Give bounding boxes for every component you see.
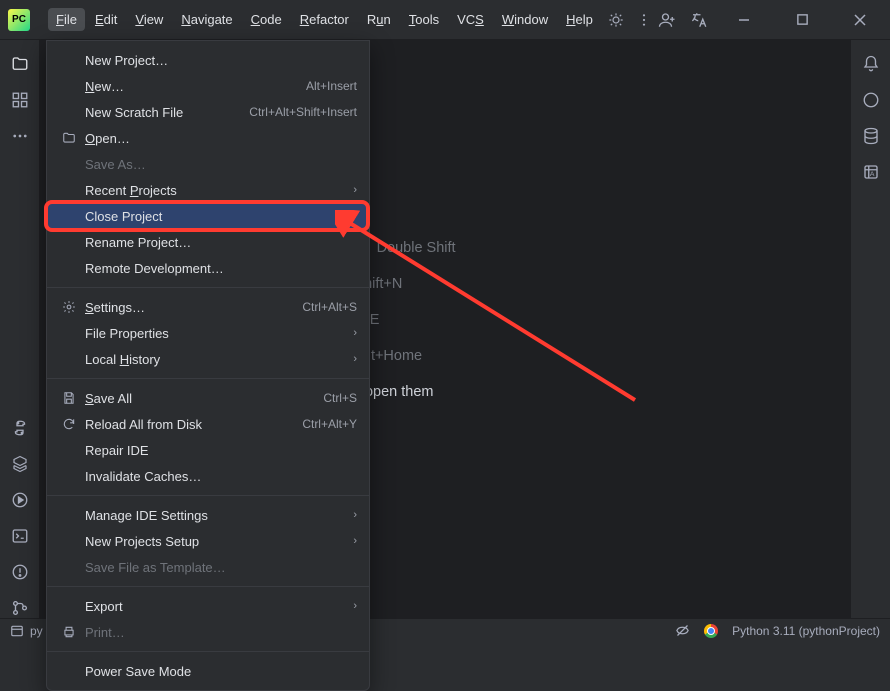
file-menu-new-scratch-file[interactable]: New Scratch FileCtrl+Alt+Shift+Insert (47, 99, 369, 125)
file-menu-repair-ide[interactable]: Repair IDE (47, 437, 369, 463)
file-menu-settings[interactable]: Settings…Ctrl+Alt+S (47, 294, 369, 320)
chevron-right-icon: › (353, 600, 357, 612)
more-tools-icon[interactable] (10, 126, 30, 146)
menu-vcs[interactable]: VCS (449, 8, 492, 31)
problems-icon[interactable] (10, 562, 30, 582)
file-menu-print: Print… (47, 619, 369, 645)
ide-logo: PC (8, 9, 30, 31)
file-menu-manage-ide-settings[interactable]: Manage IDE Settings› (47, 502, 369, 528)
menu-code[interactable]: Code (243, 8, 290, 31)
file-menu-new-project[interactable]: New Project… (47, 47, 369, 73)
packages-icon[interactable] (10, 454, 30, 474)
menu-file[interactable]: File (48, 8, 85, 31)
vcs-icon[interactable] (10, 598, 30, 618)
save-icon (61, 391, 77, 405)
print-icon (61, 625, 77, 639)
menu-separator (47, 378, 369, 379)
inspections-icon[interactable] (675, 623, 690, 638)
file-menu-export[interactable]: Export› (47, 593, 369, 619)
updates-icon[interactable] (607, 11, 625, 29)
maximize-button[interactable] (780, 0, 824, 40)
structure-tool-icon[interactable] (10, 90, 30, 110)
chevron-right-icon: › (353, 353, 357, 365)
sciview-icon[interactable]: A (861, 162, 881, 182)
menu-view[interactable]: View (127, 8, 171, 31)
menu-separator (47, 586, 369, 587)
left-tool-rail (0, 40, 40, 618)
menu-run[interactable]: Run (359, 8, 399, 31)
status-project-label: py (30, 624, 43, 638)
database-icon[interactable] (861, 126, 881, 146)
file-menu-save-file-as-template: Save File as Template… (47, 554, 369, 580)
interpreter-label[interactable]: Python 3.11 (pythonProject) (732, 624, 880, 638)
file-menu-save-all[interactable]: Save AllCtrl+S (47, 385, 369, 411)
svg-text:A: A (869, 171, 874, 178)
file-menu-open[interactable]: Open… (47, 125, 369, 151)
menu-window[interactable]: Window (494, 8, 556, 31)
minimize-button[interactable] (722, 0, 766, 40)
menu-tools[interactable]: Tools (401, 8, 447, 31)
menu-edit[interactable]: Edit (87, 8, 125, 31)
translate-icon[interactable] (690, 11, 708, 29)
file-menu-new-projects-setup[interactable]: New Projects Setup› (47, 528, 369, 554)
file-menu-save-as: Save As… (47, 151, 369, 177)
terminal-icon[interactable] (10, 526, 30, 546)
menu-separator (47, 495, 369, 496)
menu-separator (47, 287, 369, 288)
menu-separator (47, 651, 369, 652)
file-menu-invalidate-caches[interactable]: Invalidate Caches… (47, 463, 369, 489)
chevron-right-icon: › (353, 509, 357, 521)
file-menu-rename-project[interactable]: Rename Project… (47, 229, 369, 255)
services-icon[interactable] (10, 490, 30, 510)
close-window-button[interactable] (838, 0, 882, 40)
notifications-icon[interactable] (861, 54, 881, 74)
title-bar: PC FileEditViewNavigateCodeRefactorRunTo… (0, 0, 890, 40)
menu-refactor[interactable]: Refactor (292, 8, 357, 31)
chevron-right-icon: › (353, 327, 357, 339)
project-tool-icon[interactable] (10, 54, 30, 74)
python-console-icon[interactable] (10, 418, 30, 438)
menu-navigate[interactable]: Navigate (173, 8, 240, 31)
file-menu-reload-all-from-disk[interactable]: Reload All from DiskCtrl+Alt+Y (47, 411, 369, 437)
file-menu-local-history[interactable]: Local History› (47, 346, 369, 372)
main-menu: FileEditViewNavigateCodeRefactorRunTools… (48, 8, 601, 31)
file-menu-dropdown: New Project…New…Alt+InsertNew Scratch Fi… (46, 40, 370, 691)
reload-icon (61, 417, 77, 431)
file-menu-remote-development[interactable]: Remote Development… (47, 255, 369, 281)
menu-help[interactable]: Help (558, 8, 601, 31)
file-menu-file-properties[interactable]: File Properties› (47, 320, 369, 346)
chevron-right-icon: › (353, 535, 357, 547)
user-icon[interactable] (658, 11, 676, 29)
file-menu-new[interactable]: New…Alt+Insert (47, 73, 369, 99)
tool-window-toggle-icon[interactable] (10, 624, 24, 638)
kebab-icon[interactable] (635, 11, 653, 29)
chrome-icon[interactable] (704, 624, 718, 638)
gear-icon (61, 300, 77, 314)
file-menu-recent-projects[interactable]: Recent Projects› (47, 177, 369, 203)
ai-assistant-icon[interactable] (861, 90, 881, 110)
file-menu-close-project[interactable]: Close Project (47, 203, 369, 229)
right-tool-rail: A (850, 40, 890, 618)
chevron-right-icon: › (353, 184, 357, 196)
file-menu-power-save-mode[interactable]: Power Save Mode (47, 658, 369, 684)
folder-icon (61, 131, 77, 145)
